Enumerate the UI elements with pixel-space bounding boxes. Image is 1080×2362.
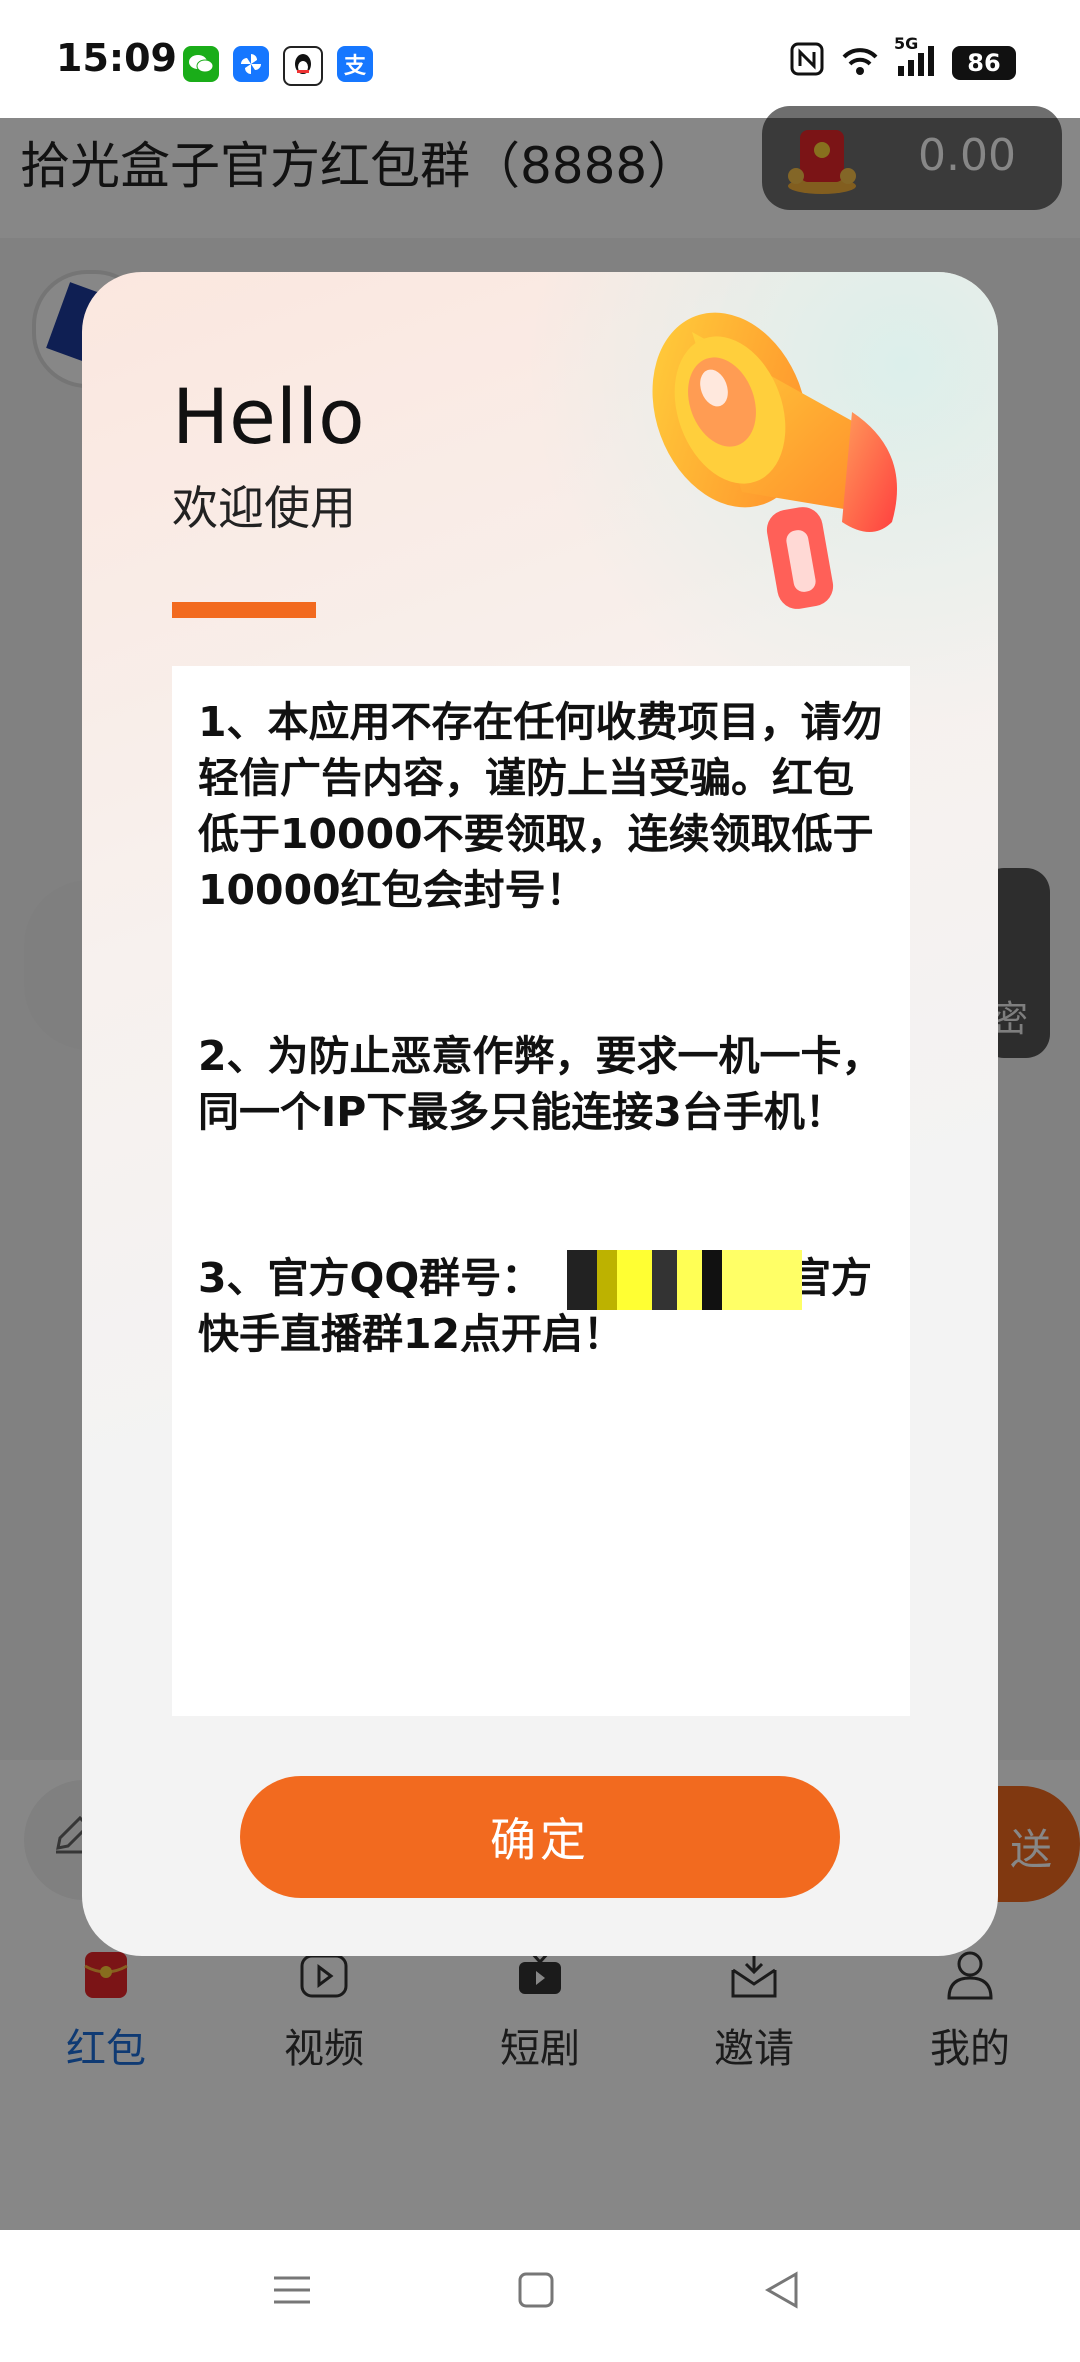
- system-status-icons: 5G 86: [790, 34, 1016, 84]
- notice-item-2: 2、为防止恶意作弊，要求一机一卡，同一个IP下最多只能连接3台手机！: [198, 1032, 883, 1136]
- redaction-mosaic: [552, 1250, 802, 1310]
- welcome-dialog: Hello 欢迎使用 1、本应用不存在任何收费项目，请勿轻信广告内容，谨防上当受…: [82, 272, 998, 1956]
- pinwheel-app-icon: [233, 46, 269, 82]
- back-icon[interactable]: [752, 2266, 812, 2326]
- dialog-heading: Hello: [172, 372, 365, 461]
- accent-divider: [172, 602, 316, 618]
- qq-icon: [283, 46, 323, 86]
- megaphone-icon: [652, 312, 897, 609]
- network-label: 5G: [894, 34, 919, 53]
- alipay-icon: 支: [337, 46, 373, 82]
- home-icon[interactable]: [506, 2266, 566, 2326]
- notice-item-1: 1、本应用不存在任何收费项目，请勿轻信广告内容，谨防上当受骗。红包低于10000…: [198, 698, 883, 914]
- notice-panel: 1、本应用不存在任何收费项目，请勿轻信广告内容，谨防上当受骗。红包低于10000…: [172, 666, 910, 1716]
- status-time: 15:09: [56, 36, 177, 80]
- system-nav-bar: [0, 2230, 1080, 2362]
- wifi-icon: [840, 45, 880, 81]
- battery-indicator: 86: [952, 46, 1016, 80]
- confirm-button[interactable]: 确定: [240, 1776, 840, 1898]
- notification-icons: 支: [183, 46, 373, 86]
- menu-icon[interactable]: [262, 2266, 322, 2326]
- cellular-signal-icon: 5G: [894, 34, 936, 82]
- dialog-subheading: 欢迎使用: [172, 481, 356, 535]
- wechat-icon: [183, 46, 219, 82]
- nfc-icon: [790, 42, 824, 84]
